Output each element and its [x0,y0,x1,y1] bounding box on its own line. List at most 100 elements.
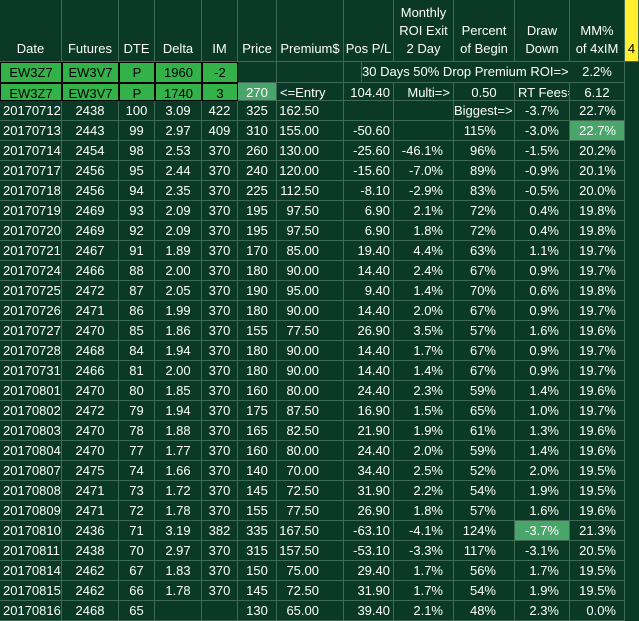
cell-im[interactable]: 370 [202,561,238,581]
cell-price[interactable]: 315 [238,541,277,561]
param1-qty[interactable]: -2 [202,62,238,83]
cell-roi[interactable]: 1.7% [394,561,454,581]
cell-delta[interactable]: 1.85 [155,381,202,401]
cell-dte[interactable]: 86 [119,301,155,321]
cell-roi[interactable] [394,101,454,121]
cell-pospl[interactable]: 14.40 [344,261,394,281]
cell-dte[interactable]: 74 [119,461,155,481]
header-percent[interactable]: Percent of Begin [454,0,515,62]
cell-delta[interactable]: 1.78 [155,501,202,521]
cell-im[interactable]: 370 [202,221,238,241]
cell-delta[interactable]: 2.00 [155,361,202,381]
param2-futures[interactable]: EW3V7 [62,83,119,101]
cell-mm[interactable]: 21.3% [570,521,625,541]
cell-im[interactable]: 422 [202,101,238,121]
cell-pct[interactable]: 67% [454,301,515,321]
cell-futures[interactable]: 2468 [62,341,119,361]
cell-pospl[interactable]: 19.40 [344,241,394,261]
param2-qty[interactable]: 3 [202,83,238,101]
cell-draw[interactable]: -0.9% [515,161,570,181]
cell-futures[interactable]: 2456 [62,161,119,181]
cell-premium[interactable]: 77.50 [277,501,344,521]
cell-mm[interactable]: 19.7% [570,341,625,361]
cell-roi[interactable]: 2.1% [394,201,454,221]
cell-delta[interactable]: 2.97 [155,121,202,141]
cell-im[interactable]: 370 [202,201,238,221]
spreadsheet-grid[interactable]: Date Futures DTE Delta IM Price Premium$… [0,0,639,621]
cell-pospl[interactable]: 21.90 [344,421,394,441]
cell-futures[interactable]: 2471 [62,301,119,321]
cell-dte[interactable]: 84 [119,341,155,361]
cell-draw[interactable]: 0.4% [515,221,570,241]
cell-date[interactable]: 20170804 [0,441,62,461]
cell-draw[interactable]: 1.3% [515,421,570,441]
cell-mm[interactable]: 19.8% [570,281,625,301]
cell-im[interactable]: 370 [202,541,238,561]
cell-date[interactable]: 20170714 [0,141,62,161]
cell-pct[interactable]: 89% [454,161,515,181]
cell-draw[interactable]: 0.9% [515,341,570,361]
cell-pospl[interactable]: 24.40 [344,381,394,401]
cell-pospl[interactable]: -8.10 [344,181,394,201]
cell-dte[interactable]: 85 [119,321,155,341]
cell-price[interactable]: 175 [238,401,277,421]
cell-premium[interactable]: 72.50 [277,481,344,501]
cell-pct[interactable]: 57% [454,501,515,521]
cell-futures[interactable]: 2462 [62,561,119,581]
cell-date[interactable]: 20170725 [0,281,62,301]
cell-dte[interactable]: 78 [119,421,155,441]
cell-price[interactable]: 240 [238,161,277,181]
cell-mm[interactable]: 19.7% [570,261,625,281]
param1-price[interactable] [238,62,277,83]
cell-date[interactable]: 20170721 [0,241,62,261]
cell-im[interactable]: 370 [202,421,238,441]
cell-im[interactable]: 370 [202,401,238,421]
cell-draw[interactable]: 0.9% [515,301,570,321]
cell-futures[interactable]: 2475 [62,461,119,481]
cell-im[interactable]: 370 [202,321,238,341]
cell-draw[interactable]: 1.9% [515,581,570,601]
cell-im[interactable]: 370 [202,381,238,401]
cell-pospl[interactable]: 26.90 [344,501,394,521]
cell-im[interactable]: 409 [202,121,238,141]
cell-mm[interactable]: 22.7% [570,121,625,141]
cell-date[interactable]: 20170719 [0,201,62,221]
cell-futures[interactable]: 2470 [62,421,119,441]
cell-pospl[interactable]: 24.40 [344,441,394,461]
cell-price[interactable]: 180 [238,361,277,381]
cell-roi[interactable]: -7.0% [394,161,454,181]
cell-premium[interactable]: 80.00 [277,441,344,461]
cell-delta[interactable]: 1.94 [155,401,202,421]
header-marker[interactable]: 4 [625,0,639,62]
cell-delta[interactable]: 2.00 [155,261,202,281]
header-delta[interactable]: Delta [155,0,202,62]
cell-roi[interactable]: 1.7% [394,581,454,601]
cell-pct[interactable]: 52% [454,461,515,481]
param2-option[interactable]: EW3Z7 [0,83,62,101]
cell-price[interactable]: 165 [238,421,277,441]
cell-delta[interactable]: 1.99 [155,301,202,321]
cell-dte[interactable]: 95 [119,161,155,181]
cell-premium[interactable]: 120.00 [277,161,344,181]
header-mm[interactable]: MM% of 4xIM [570,0,625,62]
param2-fees-value[interactable]: 6.12 [570,83,625,101]
cell-price[interactable]: 160 [238,441,277,461]
param1-futures[interactable]: EW3V7 [62,62,119,83]
cell-price[interactable]: 145 [238,481,277,501]
cell-roi[interactable]: 2.0% [394,441,454,461]
cell-roi[interactable]: 2.2% [394,481,454,501]
cell-roi[interactable] [394,121,454,141]
cell-pct[interactable]: 48% [454,601,515,621]
cell-date[interactable]: 20170803 [0,421,62,441]
cell-mm[interactable]: 20.2% [570,141,625,161]
cell-pct[interactable]: Biggest=> [454,101,515,121]
cell-premium[interactable]: 82.50 [277,421,344,441]
cell-pct[interactable]: 72% [454,201,515,221]
cell-premium[interactable]: 155.00 [277,121,344,141]
cell-draw[interactable]: 0.9% [515,361,570,381]
header-date[interactable]: Date [0,0,62,62]
cell-price[interactable]: 150 [238,561,277,581]
cell-pospl[interactable]: 9.40 [344,281,394,301]
cell-futures[interactable]: 2469 [62,201,119,221]
cell-delta[interactable]: 2.09 [155,201,202,221]
